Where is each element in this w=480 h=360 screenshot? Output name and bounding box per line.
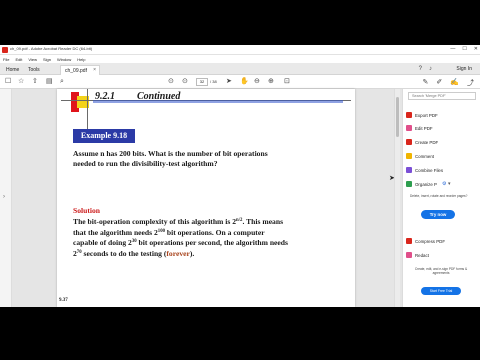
tool-combine-files-label: Combine Files <box>415 168 444 173</box>
menu-bar: File Edit View Sign Window Help <box>0 55 480 63</box>
tool-edit-pdf-label: Edit PDF <box>415 126 433 131</box>
document-viewport[interactable]: 9.2.1 Continued Example 9.18 Assume n ha… <box>12 89 404 307</box>
menu-view[interactable]: View <box>28 57 37 62</box>
exponent-70: 70 <box>76 249 82 255</box>
tool-organize-pages[interactable]: Organize P ⚙ ▾ <box>406 181 451 187</box>
bookmark-icon[interactable]: ☆ <box>18 78 24 86</box>
tab-document-label: ch_09.pdf <box>65 68 87 74</box>
fit-page-icon[interactable]: ⊡ <box>284 78 290 86</box>
highlight-icon[interactable]: ✐ <box>436 78 442 88</box>
organize-promo-text: Delete, insert, rotate and reorder pages… <box>410 194 468 198</box>
exponent-30: 30 <box>131 239 137 244</box>
vertical-scrollbar[interactable] <box>394 89 400 307</box>
edit-pdf-icon <box>406 125 412 131</box>
acrobat-window: ch_09.pdf - Adobe Acrobat Reader DC (64-… <box>0 45 480 307</box>
organize-pages-icon <box>406 181 412 187</box>
section-number: 9.2.1 <box>95 91 115 102</box>
menu-edit[interactable]: Edit <box>15 57 22 62</box>
search-icon[interactable]: ⌕ <box>60 78 64 86</box>
tab-document[interactable]: ch_09.pdf × <box>60 65 100 75</box>
tools-panel: Search 'Merge PDF' Export PDF Edit PDF C… <box>402 89 480 307</box>
menu-window[interactable]: Window <box>57 57 71 62</box>
try-now-button[interactable]: Try now <box>421 210 455 219</box>
title-bar: ch_09.pdf - Adobe Acrobat Reader DC (64-… <box>0 45 480 55</box>
tool-compress-pdf[interactable]: Compress PDF <box>406 238 446 244</box>
example-label: Example 9.18 <box>73 129 135 143</box>
tool-comment-label: Comment <box>415 154 435 159</box>
tab-home[interactable]: Home <box>2 65 23 75</box>
close-window-button[interactable]: ✕ <box>474 46 478 52</box>
page-number-label: 9.37 <box>59 298 68 303</box>
pdf-page: 9.2.1 Continued Example 9.18 Assume n ha… <box>57 89 355 307</box>
minimize-button[interactable]: — <box>450 46 455 52</box>
decorative-vertical-line <box>87 89 88 129</box>
gear-icon[interactable]: ⚙ <box>442 181 446 187</box>
tool-redact-label: Redact <box>415 253 429 258</box>
help-icon[interactable]: ? <box>419 66 422 72</box>
compress-pdf-icon <box>406 238 412 244</box>
export-pdf-icon <box>406 112 412 118</box>
zoom-in-icon[interactable]: ⊕ <box>268 78 274 86</box>
tool-redact[interactable]: Redact <box>406 252 429 258</box>
solution-line-1: The bit-operation complexity of this alg… <box>73 217 284 226</box>
page-number-input[interactable]: 32 <box>196 78 208 86</box>
chevron-down-icon[interactable]: ▾ <box>448 181 451 187</box>
tool-create-pdf[interactable]: Create PDF <box>406 139 439 145</box>
chevron-right-icon[interactable]: › <box>3 194 5 200</box>
save-icon[interactable]: ☐ <box>5 78 11 86</box>
solution-label: Solution <box>73 206 101 215</box>
comment-tool-icon <box>406 153 412 159</box>
combine-files-icon <box>406 167 412 173</box>
print-icon[interactable]: ▤ <box>46 78 53 86</box>
window-title: ch_09.pdf - Adobe Acrobat Reader DC (64-… <box>10 46 93 51</box>
question-line-2: needed to run the divisibility-test algo… <box>73 159 218 168</box>
tool-export-pdf[interactable]: Export PDF <box>406 112 438 118</box>
tools-search-input[interactable]: Search 'Merge PDF' <box>408 92 476 100</box>
tab-bar: Home Tools ch_09.pdf × ? ♪ Sign In <box>0 63 480 75</box>
window-controls: — ☐ ✕ <box>450 46 478 52</box>
upload-icon[interactable]: ⇧ <box>32 78 38 86</box>
menu-file[interactable]: File <box>3 57 9 62</box>
notifications-icon[interactable]: ♪ <box>429 66 432 72</box>
question-line-1: Assume n has 200 bits. What is the numbe… <box>73 149 268 158</box>
menu-sign[interactable]: Sign <box>43 57 51 62</box>
select-cursor-icon[interactable]: ➤ <box>226 78 232 86</box>
tool-comment[interactable]: Comment <box>406 153 435 159</box>
tool-compress-pdf-label: Compress PDF <box>415 239 446 244</box>
exponent-100: 100 <box>157 228 165 234</box>
sign-icon[interactable]: ✍ <box>450 78 459 88</box>
start-free-trial-button[interactable]: Start Free Trial <box>421 287 461 295</box>
forms-promo-text: Create, edit, and e-sign PDF forms & agr… <box>414 267 468 275</box>
section-title: Continued <box>137 91 181 102</box>
forever-word: forever <box>166 248 190 258</box>
comment-icon[interactable]: ✎ <box>423 78 429 88</box>
page-total: / 38 <box>210 79 217 84</box>
next-page-icon[interactable]: ⊙ <box>182 78 188 86</box>
share-icon[interactable]: ⤴ <box>467 78 474 88</box>
previous-page-icon[interactable]: ⊙ <box>168 78 174 86</box>
tool-combine-files[interactable]: Combine Files <box>406 167 444 173</box>
tool-create-pdf-label: Create PDF <box>415 140 439 145</box>
toolbar: ☐ ☆ ⇧ ▤ ⌕ ⊙ ⊙ 32 / 38 ➤ ✋ ⊖ ⊕ ⊡ ✎ ✐ ✍ ⤴ <box>0 75 480 89</box>
tab-tools[interactable]: Tools <box>24 65 44 75</box>
maximize-button[interactable]: ☐ <box>462 46 466 52</box>
create-pdf-icon <box>406 139 412 145</box>
tool-organize-pages-label: Organize P <box>415 182 437 187</box>
menu-help[interactable]: Help <box>77 57 85 62</box>
decorative-blue-bar <box>93 100 343 103</box>
solution-line-2: that the algorithm needs 2100 bit operat… <box>73 227 265 237</box>
acrobat-logo-icon <box>2 47 8 53</box>
sign-in-button[interactable]: Sign In <box>456 66 472 72</box>
exponent-n-half: n/2 <box>236 218 243 223</box>
redact-icon <box>406 252 412 258</box>
solution-line-3: capable of doing 230 bit operations per … <box>73 238 288 247</box>
scrollbar-thumb[interactable] <box>396 97 399 137</box>
zoom-out-icon[interactable]: ⊖ <box>254 78 260 86</box>
hand-tool-icon[interactable]: ✋ <box>240 78 249 86</box>
tool-export-pdf-label: Export PDF <box>415 113 438 118</box>
left-navigation-pane[interactable]: › <box>0 89 12 307</box>
close-tab-icon[interactable]: × <box>93 67 96 73</box>
tool-edit-pdf[interactable]: Edit PDF <box>406 125 433 131</box>
solution-line-4: 270 seconds to do the testing (forever). <box>73 248 195 258</box>
